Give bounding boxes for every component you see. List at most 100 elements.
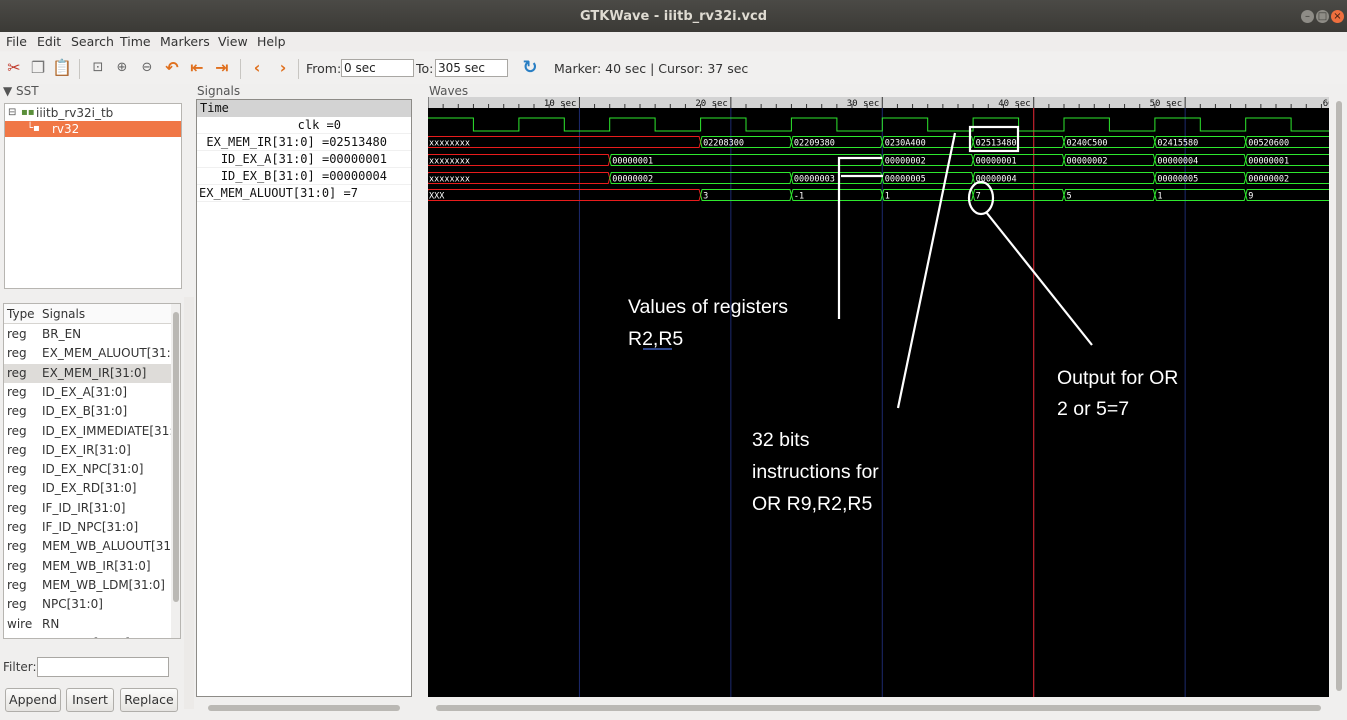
scroll-thumb[interactable] <box>1336 101 1342 691</box>
filter-input[interactable] <box>37 657 169 677</box>
bus-value-label: 0230A400 <box>885 139 926 149</box>
waves-hscrollbar[interactable] <box>428 701 1333 715</box>
time-tick-label: 60 <box>1323 99 1329 109</box>
signal-row-ex-mem-aluout[interactable]: EX_MEM_ALUOUT[31:0] =7 <box>197 185 411 202</box>
signal-type: reg <box>7 423 27 438</box>
signal-list-row[interactable]: reg IF_ID_NPC[31:0] <box>4 518 172 537</box>
menu-view[interactable]: View <box>218 34 248 49</box>
menu-markers[interactable]: Markers <box>160 34 210 49</box>
output-annotation: 2 or 5=7 <box>1057 398 1129 420</box>
signals-hscrollbar[interactable] <box>196 701 412 715</box>
find-prev-edge-icon[interactable]: ‹ <box>247 58 267 78</box>
replace-button[interactable]: Replace <box>120 688 178 712</box>
menu-time[interactable]: Time <box>120 34 151 49</box>
signal-list-scrollbar[interactable] <box>171 304 180 638</box>
signal-list-row[interactable]: reg EX_MEM_IR[31:0] <box>4 363 172 383</box>
maximize-icon[interactable]: □ <box>1316 10 1329 23</box>
zoom-to-start-icon[interactable]: ⇤ <box>187 58 207 78</box>
signal-name: MEM_WB_ALUOUT[31:0] <box>42 539 172 554</box>
bus-segment <box>1063 189 1156 201</box>
type-column-header[interactable]: Type <box>7 307 35 321</box>
append-button[interactable]: Append <box>5 688 61 712</box>
signal-list-row[interactable]: reg MEM_WB_IR[31:0] <box>4 557 172 576</box>
undo-zoom-icon[interactable]: ↶ <box>162 58 182 78</box>
module-icon: ▪▪ <box>21 107 35 118</box>
signal-name: ID_EX_A[31:0] <box>42 384 128 399</box>
scroll-thumb[interactable] <box>208 705 400 711</box>
signal-type: reg <box>7 442 27 457</box>
zoom-in-icon[interactable]: ⊕ <box>112 58 132 78</box>
signal-list-row[interactable]: reg IF_ID_IR[31:0] <box>4 499 172 518</box>
instruction-annotation: instructions for <box>752 461 879 483</box>
signal-type: reg <box>7 384 27 399</box>
signal-list-row[interactable]: reg ID_EX_IR[31:0] <box>4 441 172 460</box>
signals-column-header[interactable]: Signals <box>42 307 85 321</box>
signal-row-id-ex-b[interactable]: ID_EX_B[31:0] =00000004 <box>197 168 411 185</box>
signal-name: IF_ID_IR[31:0] <box>42 500 126 515</box>
signal-name: ID_EX_RD[31:0] <box>42 481 137 496</box>
paste-icon[interactable]: 📋 <box>52 58 72 78</box>
signal-name: BR_EN <box>42 327 82 341</box>
signal-type: reg <box>7 597 27 612</box>
signal-list-row[interactable]: reg ID_EX_B[31:0] <box>4 402 172 421</box>
copy-icon[interactable]: ❐ <box>28 58 48 78</box>
signal-list-row[interactable]: reg BR_EN <box>4 325 172 344</box>
clk-waveform <box>428 117 1329 132</box>
to-input[interactable] <box>435 59 508 77</box>
signal-list-row[interactable]: reg ID_EX_A[31:0] <box>4 383 172 402</box>
signal-list-row[interactable]: reg MEM_WB_ALUOUT[31:0] <box>4 537 172 556</box>
bus-segment <box>428 189 702 201</box>
waveform-canvas[interactable]: 10 sec 20 sec 30 sec 40 sec 50 sec 60 xxxxxxxx… <box>428 97 1329 697</box>
signal-name: EX_MEM_IR[31:0] <box>42 365 147 380</box>
time-tick-label: 10 sec <box>544 99 577 109</box>
left-pane-scrollbar[interactable] <box>184 297 194 709</box>
signal-list-row[interactable]: reg ID_EX_NPC[31:0] <box>4 460 172 479</box>
bus-value-label: xxxxxxxx <box>429 175 470 185</box>
menu-file[interactable]: File <box>6 34 27 49</box>
signals-pane-label: Signals <box>197 84 241 98</box>
signal-list-row[interactable]: reg ID_EX_IMMEDIATE[31:0] <box>4 422 172 441</box>
scroll-thumb[interactable] <box>173 312 179 602</box>
from-input[interactable] <box>341 59 414 77</box>
menu-search[interactable]: Search <box>71 34 114 49</box>
tree-item-tb[interactable]: ⊟ ▪▪ iiitb_rv32i_tb <box>5 105 181 121</box>
insert-button[interactable]: Insert <box>66 688 114 712</box>
signal-type: reg <box>7 462 27 477</box>
tree-item-rv32[interactable]: └▪ rv32 <box>5 121 181 137</box>
bus-value-label: 5 <box>1067 192 1072 202</box>
cut-icon[interactable]: ✂ <box>4 58 24 78</box>
scroll-thumb[interactable] <box>436 705 1321 711</box>
reload-icon[interactable]: ↻ <box>520 58 540 78</box>
waveform-svg: 10 sec 20 sec 30 sec 40 sec 50 sec 60 xxxxxxxx… <box>428 97 1329 697</box>
time-header: Time <box>197 100 411 117</box>
signal-list-row[interactable]: wire RN <box>4 615 172 634</box>
signal-type: reg <box>7 558 27 573</box>
output-callout-line <box>985 211 1093 346</box>
signal-list-row[interactable]: reg NPC[31:0] <box>4 595 172 614</box>
signal-row-id-ex-a[interactable]: ID_EX_A[31:0] =00000001 <box>197 151 411 168</box>
minimize-icon[interactable]: – <box>1301 10 1314 23</box>
zoom-out-icon[interactable]: ⊖ <box>137 58 157 78</box>
signal-name: ID_EX_IR[31:0] <box>42 442 131 457</box>
menu-edit[interactable]: Edit <box>37 34 61 49</box>
signal-list-row[interactable]: reg EX_MEM_ALUOUT[31:0] <box>4 344 172 363</box>
signal-type: reg <box>7 346 27 361</box>
signal-list-row[interactable]: reg MEM_WB_LDM[31:0] <box>4 576 172 595</box>
waves-vscrollbar[interactable] <box>1334 97 1344 697</box>
bus-value-label: 00000002 <box>1067 157 1108 167</box>
title-bar: GTKWave - iiitb_rv32i.vcd – □ × <box>0 0 1347 32</box>
zoom-to-end-icon[interactable]: ⇥ <box>212 58 232 78</box>
expander-icon[interactable]: ⊟ <box>8 105 16 121</box>
bus-segment <box>1154 189 1247 201</box>
menu-help[interactable]: Help <box>257 34 286 49</box>
signal-row-ex-mem-ir[interactable]: EX_MEM_IR[31:0] =02513480 <box>197 134 411 151</box>
signal-list-row[interactable]: reg WB_OUT[31:0] <box>4 634 172 638</box>
zoom-fit-icon[interactable]: ⊡ <box>88 58 108 78</box>
close-icon[interactable]: × <box>1331 10 1344 23</box>
registers-annotation: R2,R5 <box>628 328 683 350</box>
bus-value-label: 3 <box>703 192 708 202</box>
bus-value-label: 00000005 <box>885 175 926 185</box>
signal-list-row[interactable]: reg ID_EX_RD[31:0] <box>4 479 172 498</box>
signal-row-clk[interactable]: clk =0 <box>197 117 411 134</box>
find-next-edge-icon[interactable]: › <box>273 58 293 78</box>
